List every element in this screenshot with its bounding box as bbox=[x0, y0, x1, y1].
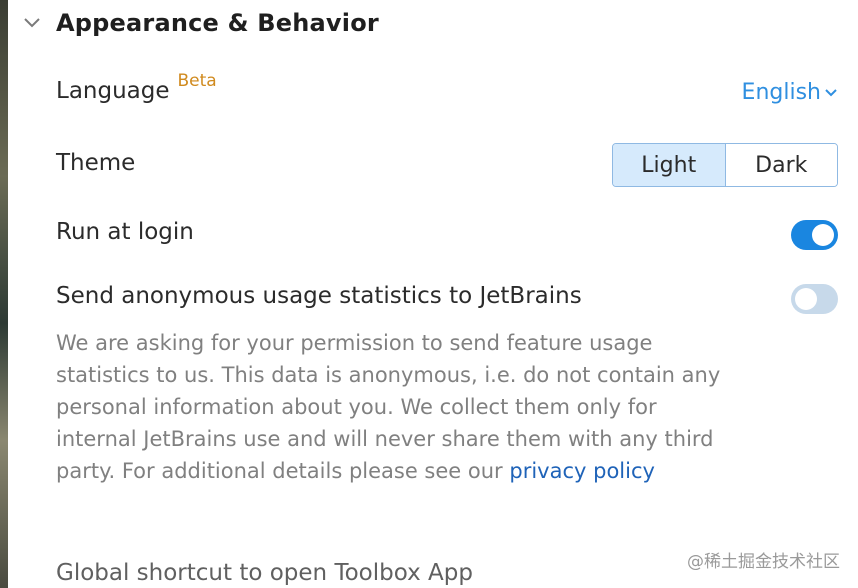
chevron-down-icon[interactable] bbox=[20, 11, 44, 35]
toggle-knob bbox=[812, 224, 834, 246]
run-at-login-toggle[interactable] bbox=[791, 220, 838, 250]
background-strip bbox=[0, 0, 8, 588]
global-shortcut-label: Global shortcut to open Toolbox App bbox=[56, 560, 473, 586]
section-title: Appearance & Behavior bbox=[56, 9, 379, 37]
settings-panel: Appearance & Behavior Language Beta Engli… bbox=[8, 0, 858, 588]
chevron-down-icon bbox=[824, 88, 838, 98]
language-dropdown[interactable]: English bbox=[742, 80, 838, 105]
section-header[interactable]: Appearance & Behavior bbox=[20, 4, 379, 42]
usage-stats-label: Send anonymous usage statistics to JetBr… bbox=[56, 283, 582, 309]
usage-stats-toggle[interactable] bbox=[791, 284, 838, 314]
theme-label: Theme bbox=[56, 150, 136, 176]
language-row: Language Beta bbox=[56, 71, 217, 104]
privacy-policy-link[interactable]: privacy policy bbox=[509, 459, 655, 483]
beta-badge: Beta bbox=[177, 71, 217, 91]
language-value: English bbox=[741, 80, 821, 105]
watermark: @稀土掘金技术社区 bbox=[687, 552, 840, 572]
usage-stats-description: We are asking for your permission to sen… bbox=[56, 327, 736, 487]
toggle-knob bbox=[795, 288, 817, 310]
run-at-login-label: Run at login bbox=[56, 219, 194, 245]
theme-segmented-control: Light Dark bbox=[612, 143, 838, 187]
language-label: Language bbox=[56, 78, 170, 104]
theme-dark-button[interactable]: Dark bbox=[725, 144, 837, 186]
theme-light-button[interactable]: Light bbox=[613, 144, 726, 186]
